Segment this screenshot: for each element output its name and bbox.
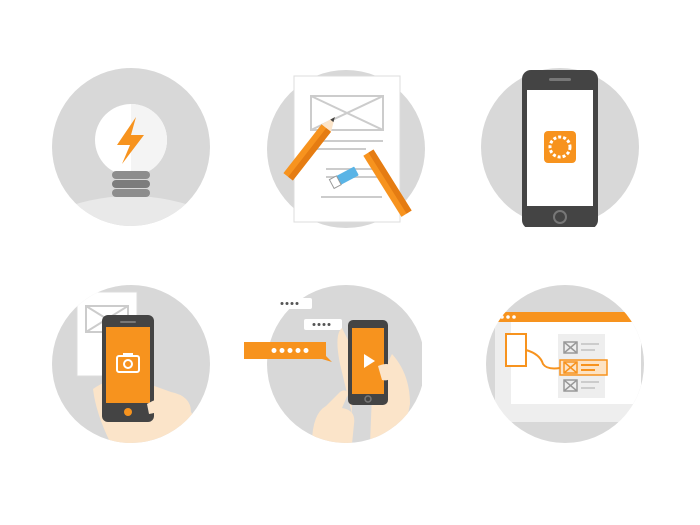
lightbulb-lightning-icon: [52, 68, 210, 226]
phone-app-icon: [481, 68, 639, 227]
illustration-grid: [0, 0, 700, 525]
phone-camera-icon: [52, 285, 210, 443]
paper-pencils-icon: [267, 70, 425, 228]
browser-wireframe-icon: [486, 285, 644, 443]
phone-video-chat-icon: [244, 285, 422, 443]
